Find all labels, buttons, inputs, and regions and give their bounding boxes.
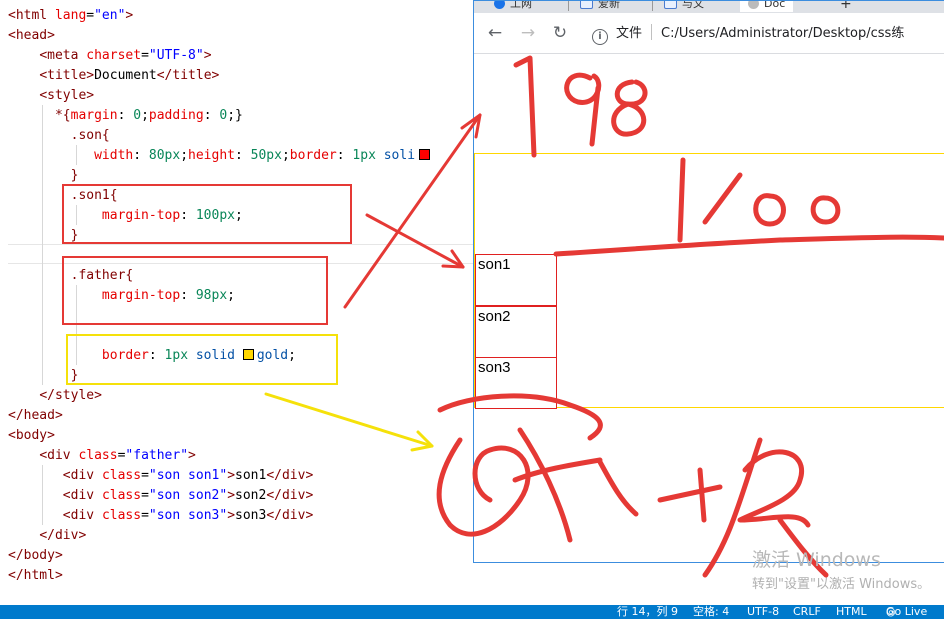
go-live-label: Go Live [886, 605, 928, 618]
arrow-to-son1 [365, 213, 465, 269]
yellow-arrow [264, 392, 434, 452]
encoding-setting[interactable]: UTF-8 [747, 605, 779, 619]
handwritten-100 [553, 157, 944, 257]
indentation-setting[interactable]: 空格: 4 [693, 605, 729, 619]
watermark-line1: 激活 Windows [752, 549, 881, 571]
language-mode[interactable]: HTML [836, 605, 867, 619]
handwritten-198 [513, 55, 648, 158]
cursor-position[interactable]: 行 14，列 9 [617, 605, 678, 619]
red-arrows [343, 113, 482, 309]
activation-watermark: 激活 Windows 转到"设置"以激活 Windows。 [752, 545, 930, 592]
arrow-to-198 [343, 113, 482, 309]
line-ending-setting[interactable]: CRLF [793, 605, 821, 619]
watermark-line2: 转到"设置"以激活 Windows。 [752, 577, 931, 592]
status-bar: 行 14，列 9 空格: 4 UTF-8 CRLF HTML ◎ Go Live [0, 605, 944, 619]
handwriting-overlay [264, 55, 944, 578]
